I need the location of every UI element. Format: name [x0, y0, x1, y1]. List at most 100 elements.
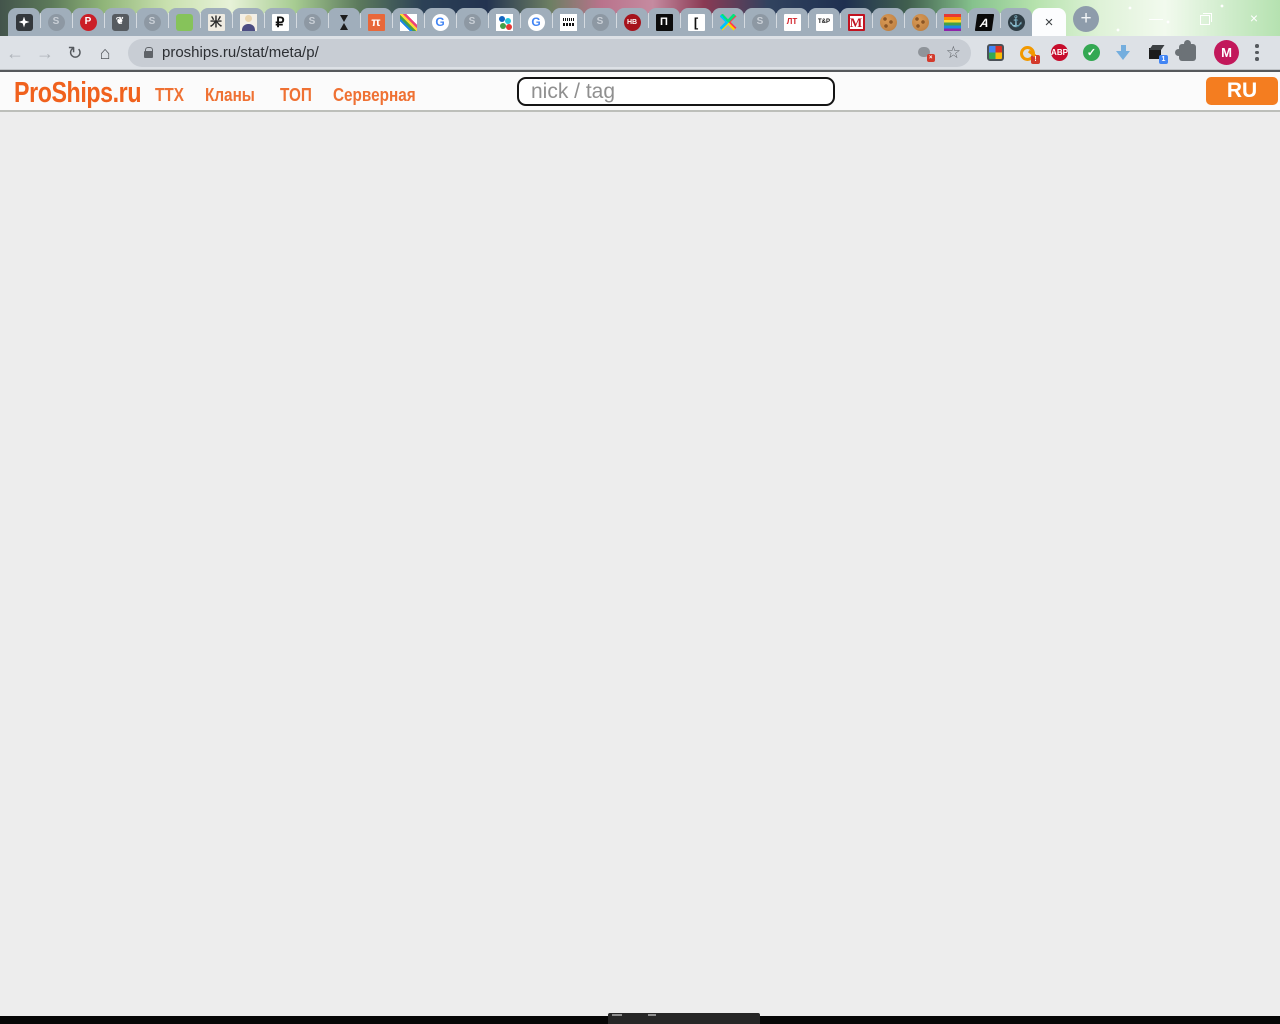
pinned-tab[interactable]: ⚓	[999, 8, 1032, 36]
green-square-tab-icon	[175, 13, 193, 31]
pinned-tab[interactable]: π	[359, 8, 392, 36]
pinned-tab[interactable]: ЛТ	[775, 8, 808, 36]
pinned-tab[interactable]: S	[743, 8, 776, 36]
extension-badge: !	[1031, 55, 1040, 64]
player-search-input[interactable]	[517, 77, 835, 106]
adblock-plus-extension-icon[interactable]: ABP	[1051, 44, 1068, 61]
address-bar[interactable]: proships.ru/stat/meta/p/ × ☆	[128, 38, 971, 67]
pinned-tab[interactable]: S	[295, 8, 328, 36]
p-black-tab-icon: П	[655, 13, 673, 31]
default-favicon-tab-icon: S	[303, 13, 321, 31]
pinned-tab[interactable]	[231, 8, 264, 36]
pinterest-tab-icon: P	[79, 13, 97, 31]
site-header: ProShips.ru ТТХ Кланы ТОП Серверная RU	[0, 70, 1280, 112]
photos-mosaic-extension-icon[interactable]	[987, 44, 1004, 61]
secure-lock-icon[interactable]	[144, 47, 154, 58]
cube-extension-icon[interactable]: 1	[1147, 44, 1168, 64]
default-favicon-tab-icon: S	[591, 13, 609, 31]
browser-toolbar: ← → ↻ ⌂ proships.ru/stat/meta/p/ × ☆ ! AB…	[0, 36, 1280, 70]
active-tab[interactable]: ×	[1032, 8, 1066, 36]
pinned-tab[interactable]: S	[455, 8, 488, 36]
site-logo[interactable]: ProShips.ru	[14, 77, 141, 110]
pinned-tab[interactable]: T&P	[807, 8, 840, 36]
pinned-tab[interactable]: P	[71, 8, 104, 36]
pinned-tab[interactable]: G	[423, 8, 456, 36]
page-content: Активация Windows Чтобы активировать Win…	[0, 112, 1280, 1016]
lt-red-tab-icon: ЛТ	[783, 13, 801, 31]
nav-link-server[interactable]: Серверная	[333, 85, 416, 106]
pinned-tab[interactable]: ❦	[103, 8, 136, 36]
tab-strip: S P ❦ S 米 ₽ Sπ G S G S НВ П[S ЛТ T&P М A ⚓ × +	[8, 0, 1099, 36]
pinned-tab[interactable]	[711, 8, 744, 36]
m-serif-tab-icon: М	[847, 13, 865, 31]
pinned-tab[interactable]: S	[135, 8, 168, 36]
pinned-tab[interactable]: М	[839, 8, 872, 36]
sparkle-tab-icon	[15, 13, 33, 31]
pinned-tab[interactable]	[327, 8, 360, 36]
minimize-button[interactable]: —	[1146, 11, 1166, 25]
pinned-tab[interactable]	[903, 8, 936, 36]
pinned-tab[interactable]: S	[583, 8, 616, 36]
pinned-tab[interactable]	[8, 8, 40, 36]
pinned-tab[interactable]: G	[519, 8, 552, 36]
default-favicon-tab-icon: S	[47, 13, 65, 31]
pinned-tab[interactable]	[871, 8, 904, 36]
pinned-tab[interactable]: П	[647, 8, 680, 36]
pinned-tab[interactable]: НВ	[615, 8, 648, 36]
cookie-tab-icon	[911, 13, 929, 31]
key-extension-icon[interactable]: !	[1019, 44, 1040, 64]
browser-window: S P ❦ S 米 ₽ Sπ G S G S НВ П[S ЛТ T&P М A ⚓ × + — × ← → ↻ ⌂ …	[0, 0, 1280, 1024]
pinned-tab[interactable]: A	[967, 8, 1000, 36]
hourglass-tab-icon	[336, 14, 353, 31]
default-favicon-tab-icon: S	[463, 13, 481, 31]
window-controls: — ×	[1130, 0, 1280, 36]
pinned-tab[interactable]	[551, 8, 584, 36]
window-frame: S P ❦ S 米 ₽ Sπ G S G S НВ П[S ЛТ T&P М A ⚓ × + — ×	[0, 0, 1280, 36]
restore-button[interactable]	[1199, 12, 1212, 25]
pinned-tab[interactable]: 米	[199, 8, 232, 36]
pinned-tab[interactable]	[935, 8, 968, 36]
language-ru-button[interactable]: RU	[1206, 77, 1278, 105]
bracket-tab-icon: [	[687, 13, 705, 31]
barcode-tab-icon	[559, 13, 577, 31]
default-favicon-tab-icon: S	[143, 13, 161, 31]
close-window-button[interactable]: ×	[1244, 11, 1264, 25]
emblem-dark-tab-icon: ❦	[111, 13, 129, 31]
warships-anchor-tab-icon: ⚓	[1007, 13, 1025, 31]
google-tab-icon: G	[527, 13, 545, 31]
hb-red-tab-icon: НВ	[623, 13, 641, 31]
pinned-tab[interactable]: S	[39, 8, 72, 36]
forward-button[interactable]: →	[30, 44, 60, 62]
extensions-row: ! ABP ✓ 1	[987, 40, 1196, 64]
puzzle-extensions-icon[interactable]	[1175, 40, 1196, 61]
nav-link-top[interactable]: ТОП	[280, 85, 312, 106]
check-extension-icon[interactable]: ✓	[1083, 44, 1100, 61]
media-error-icon[interactable]: ×	[917, 46, 935, 62]
profile-avatar[interactable]: M	[1214, 40, 1239, 65]
pinned-tab[interactable]	[487, 8, 520, 36]
google-tab-icon: G	[431, 13, 449, 31]
back-button[interactable]: ←	[0, 44, 30, 62]
tab-close-icon[interactable]: ×	[1045, 15, 1054, 30]
default-favicon-tab-icon: S	[751, 13, 769, 31]
pinned-tab[interactable]	[391, 8, 424, 36]
person-avatar-tab-icon	[239, 13, 257, 31]
new-tab-button[interactable]: +	[1073, 6, 1099, 32]
nav-link-clans[interactable]: Кланы	[205, 85, 255, 106]
home-button[interactable]: ⌂	[90, 44, 120, 62]
download-arrow-extension-icon[interactable]	[1115, 44, 1132, 61]
color-balls-tab-icon	[495, 13, 513, 31]
ruble-tab-icon: ₽	[271, 13, 289, 31]
reload-button[interactable]: ↻	[60, 44, 90, 62]
cookie-tab-icon	[879, 13, 897, 31]
url-text[interactable]: proships.ru/stat/meta/p/	[162, 44, 319, 61]
taskbar-peek[interactable]	[608, 1013, 760, 1024]
browser-menu-button[interactable]	[1255, 44, 1259, 61]
a-black-tab-icon: A	[974, 13, 994, 31]
play-x-tab-icon	[719, 13, 737, 31]
bookmark-star-icon[interactable]: ☆	[946, 44, 961, 61]
nav-link-ttx[interactable]: ТТХ	[155, 85, 184, 106]
pinned-tab[interactable]	[167, 8, 200, 36]
pinned-tab[interactable]: [	[679, 8, 712, 36]
pinned-tab[interactable]: ₽	[263, 8, 296, 36]
